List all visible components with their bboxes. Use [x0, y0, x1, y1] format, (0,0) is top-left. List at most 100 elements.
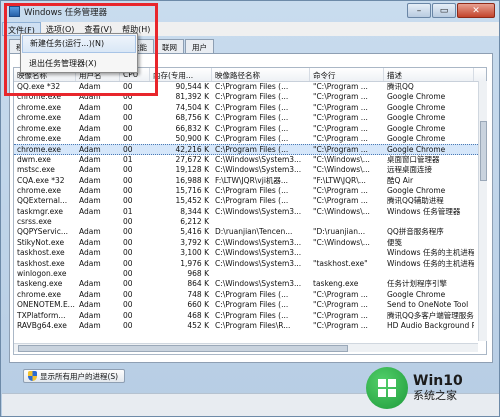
table-row[interactable]: QQ.exe *32 Adam 00 90,544 K C:\Program Files… — [14, 82, 486, 92]
cell-description: Google Chrome — [387, 133, 446, 143]
cell-image-path — [212, 269, 310, 279]
cell-image-name: QQ.exe *32 — [17, 82, 61, 91]
cell-image-name: QQPYServic... — [17, 227, 69, 237]
column-memory[interactable]: 内存(专用... — [150, 68, 212, 81]
cell-command-line: "D:\ruanjian... — [313, 227, 366, 237]
table-row[interactable]: dwm.exe Adam 01 27,672 K C:\Windows\System3.… — [14, 155, 486, 165]
table-row[interactable]: QQExternal... Adam 00 15,452 K C:\Program Fi… — [14, 196, 486, 206]
menu-new-task[interactable]: 新建任务(运行...)(N) — [22, 35, 136, 53]
cell-command-line: "F:\LTW\JQR\... — [313, 175, 366, 185]
table-row[interactable]: csrss.exe 00 6,212 K — [14, 217, 486, 227]
cell-description: 任务计划程序引擎 — [387, 279, 447, 289]
maximize-button[interactable]: ▭ — [432, 3, 456, 18]
cell-image-path: C:\Windows\System3... — [215, 258, 302, 268]
watermark-line2: 系统之家 — [413, 388, 457, 402]
cell-cpu: 00 — [123, 92, 133, 102]
cell-description: 桌面窗口管理器 — [387, 154, 440, 164]
cell-image-path: C:\Windows\System3... — [215, 279, 302, 289]
minimize-button[interactable]: – — [407, 3, 431, 18]
cell-memory: 1,976 K — [180, 258, 209, 268]
cell-description — [384, 217, 474, 227]
table-row[interactable]: chrome.exe Adam 00 15,716 K C:\Program Files… — [14, 186, 486, 196]
cell-description: Google Chrome — [387, 123, 446, 133]
horizontal-scroll-thumb[interactable] — [18, 345, 348, 352]
vertical-scrollbar[interactable] — [478, 81, 487, 341]
cell-memory: 66,832 K — [175, 123, 209, 133]
column-description[interactable]: 描述 — [384, 68, 474, 81]
cell-description: 便笺 — [387, 237, 402, 247]
cell-image-path: C:\Program Files (... — [215, 92, 289, 102]
table-row[interactable]: chrome.exe Adam 00 748 K C:\Program Files (.… — [14, 290, 486, 300]
cell-user-name: Adam — [79, 248, 101, 258]
cell-image-name: chrome.exe — [17, 289, 61, 299]
cell-command-line: "C:\Program ... — [313, 185, 368, 195]
table-row[interactable]: mstsc.exe Adam 00 19,128 K C:\Windows\System… — [14, 165, 486, 175]
cell-cpu: 00 — [123, 227, 133, 237]
cell-memory: 3,100 K — [180, 248, 209, 258]
cell-image-path: C:\Windows\System3... — [215, 237, 302, 247]
show-all-processes-button[interactable]: 显示所有用户的进程(S) — [23, 369, 126, 383]
task-manager-icon — [9, 6, 20, 17]
cell-image-name: chrome.exe — [17, 185, 61, 195]
cell-cpu: 00 — [123, 300, 133, 310]
table-row[interactable]: taskmgr.exe Adam 01 8,344 K C:\Windows\Syste… — [14, 207, 486, 217]
cell-user-name: Adam — [79, 185, 101, 195]
cell-user-name: Adam — [79, 102, 101, 112]
column-image-path[interactable]: 映像路径名称 — [212, 68, 310, 81]
cell-image-path: C:\Program Files (... — [215, 310, 289, 320]
cell-cpu: 00 — [123, 196, 133, 206]
cell-cpu: 00 — [123, 279, 133, 289]
table-row[interactable]: taskhost.exe Adam 00 1,976 K C:\Windows\Syst… — [14, 259, 486, 269]
table-row[interactable]: chrome.exe Adam 00 81,392 K C:\Program Files… — [14, 92, 486, 102]
table-row[interactable]: TXPlatform... Adam 00 468 K C:\Program Files… — [14, 311, 486, 321]
table-row[interactable]: taskhost.exe Adam 00 3,100 K C:\Windows\Syst… — [14, 248, 486, 258]
table-row[interactable]: chrome.exe Adam 00 50,900 K C:\Program Files… — [14, 134, 486, 144]
cell-user-name: Adam — [79, 123, 101, 133]
cell-memory: 15,716 K — [175, 185, 209, 195]
table-row[interactable]: chrome.exe Adam 00 42,216 K C:\Program Files… — [14, 144, 486, 155]
cell-image-name: taskhost.exe — [17, 258, 65, 268]
cell-user-name: Adam — [79, 82, 101, 91]
table-row[interactable]: chrome.exe Adam 00 74,504 K C:\Program Files… — [14, 103, 486, 113]
cell-image-path: C:\Program Files (... — [215, 196, 289, 206]
table-row[interactable]: QQPYServic... Adam 00 5,416 K D:\ruanjian\Te… — [14, 227, 486, 237]
cell-image-name: chrome.exe — [17, 102, 61, 112]
cell-cpu: 00 — [123, 102, 133, 112]
cell-cpu: 00 — [123, 237, 133, 247]
cell-description: Google Chrome — [387, 145, 446, 154]
table-row[interactable]: RAVBg64.exe Adam 00 452 K C:\Program Files\R… — [14, 321, 486, 331]
table-row[interactable]: chrome.exe Adam 00 66,832 K C:\Program Files… — [14, 124, 486, 134]
table-row[interactable]: CQA.exe *32 Adam 00 16,988 K F:\LTW\JQR\vji机… — [14, 176, 486, 186]
cell-cpu: 00 — [123, 310, 133, 320]
cell-user-name: Adam — [79, 133, 101, 143]
cell-image-name: taskhost.exe — [17, 248, 65, 258]
cell-cpu: 01 — [123, 154, 133, 164]
cell-memory: 19,128 K — [175, 165, 209, 175]
table-row[interactable]: taskeng.exe Adam 00 864 K C:\Windows\System3… — [14, 279, 486, 289]
horizontal-scrollbar[interactable] — [14, 343, 478, 352]
cell-user-name: Adam — [79, 175, 101, 185]
cell-description: Windows 任务管理器 — [387, 206, 461, 216]
vertical-scroll-thumb[interactable] — [480, 121, 487, 181]
menu-exit-task-manager[interactable]: 退出任务管理器(X) — [21, 54, 137, 74]
cell-description: Windows 任务的主机进程 — [387, 248, 474, 258]
table-row[interactable]: StikyNot.exe Adam 00 3,792 K C:\Windows\Syst… — [14, 238, 486, 248]
tab-users[interactable]: 用户 — [185, 39, 214, 53]
cell-memory: 748 K — [187, 289, 209, 299]
cell-description: QQ拼音服务程序 — [387, 227, 444, 237]
cell-description: Google Chrome — [387, 185, 446, 195]
cell-description: Google Chrome — [387, 289, 446, 299]
cell-image-name: taskeng.exe — [17, 279, 63, 289]
tab-networking[interactable]: 联网 — [155, 39, 184, 53]
cell-user-name: Adam — [79, 237, 101, 247]
table-row[interactable]: winlogon.exe 00 968 K — [14, 269, 486, 279]
column-command-line[interactable]: 命令行 — [310, 68, 384, 81]
cell-command-line — [310, 248, 384, 258]
table-row[interactable]: chrome.exe Adam 00 68,756 K C:\Program Files… — [14, 113, 486, 123]
cell-memory: 68,756 K — [175, 113, 209, 123]
cell-command-line: "C:\Program ... — [313, 133, 368, 143]
cell-command-line: "C:\Program ... — [313, 310, 368, 320]
table-row[interactable]: ONENOTEM.E... Adam 00 660 K C:\Program Files… — [14, 300, 486, 310]
close-button[interactable]: ✕ — [457, 3, 495, 18]
window-controls: – ▭ ✕ — [407, 3, 495, 18]
